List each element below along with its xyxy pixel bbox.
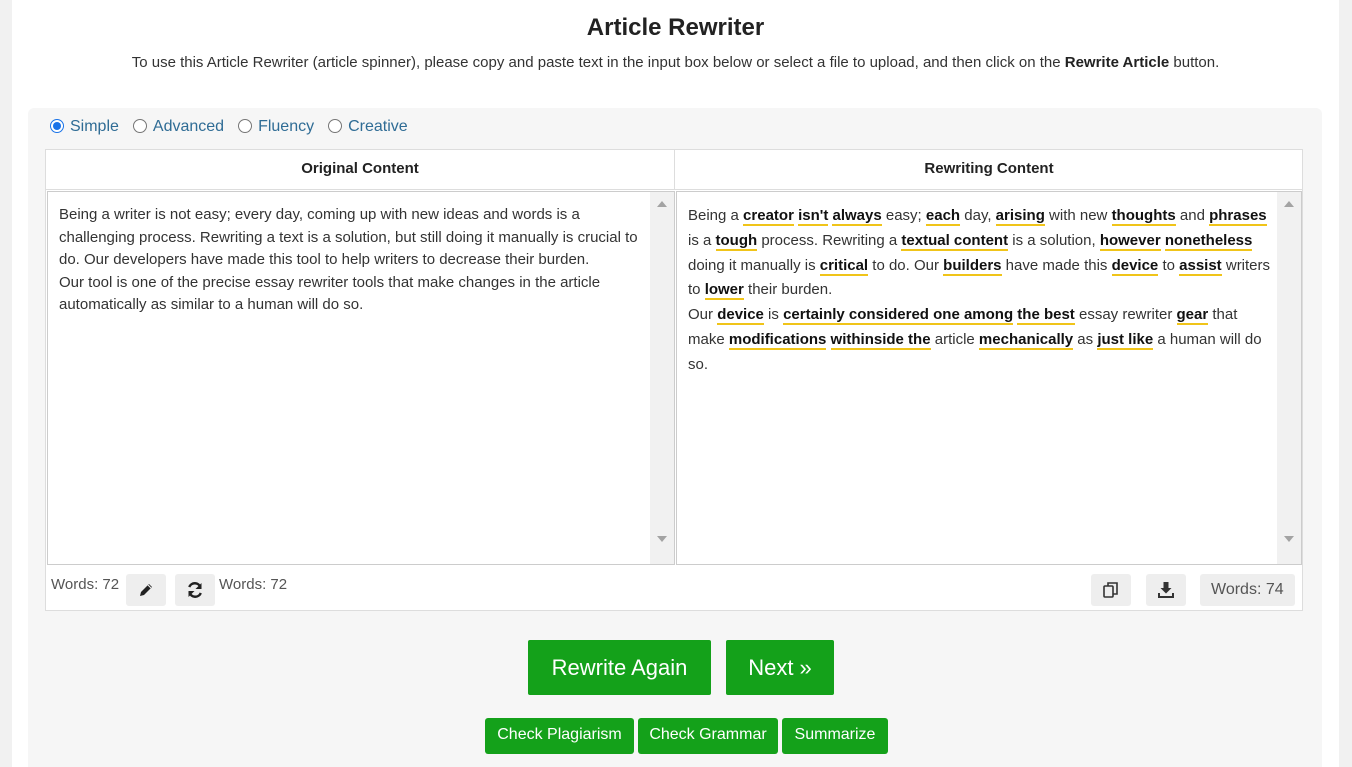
changed-word[interactable]: mechanically <box>978 330 1074 350</box>
text-segment: Our <box>688 306 718 324</box>
text-segment: doing it manually is <box>688 256 820 274</box>
edit-button[interactable] <box>126 574 166 606</box>
check-grammar-button[interactable]: Check Grammar <box>638 718 778 754</box>
changed-word[interactable]: thoughts <box>1111 207 1176 226</box>
original-text-input[interactable]: Being a writer is not easy; every day, c… <box>47 191 675 565</box>
changed-word[interactable]: certainly considered one among <box>783 306 1014 326</box>
page-subtitle: To use this Article Rewriter (article sp… <box>12 54 1339 71</box>
text-segment: have made this <box>1001 256 1112 274</box>
mode-label: Creative <box>348 118 408 135</box>
changed-word[interactable]: withinside the <box>830 330 931 350</box>
rewriter-panel: Simple Advanced Fluency Creative Origina… <box>28 108 1322 767</box>
changed-word[interactable]: just like <box>1097 330 1154 350</box>
changed-word[interactable]: assist <box>1179 256 1222 276</box>
rewriting-content-header: Rewriting Content <box>675 150 1303 190</box>
changed-word[interactable]: builders <box>943 256 1002 276</box>
copy-button[interactable] <box>1091 574 1131 606</box>
mode-creative[interactable]: Creative <box>328 118 408 136</box>
rewritten-paragraph: Being a creator isn't always easy; each … <box>688 204 1272 303</box>
page-title: Article Rewriter <box>586 14 765 41</box>
check-plagiarism-button[interactable]: Check Plagiarism <box>485 718 634 754</box>
text-segment <box>826 331 830 348</box>
changed-word[interactable]: nonetheless <box>1164 231 1253 251</box>
text-segment: is <box>763 306 784 324</box>
text-segment: to <box>1158 256 1180 274</box>
changed-word[interactable]: creator <box>743 207 794 226</box>
summarize-button[interactable]: Summarize <box>782 718 888 754</box>
text-segment: to do. Our <box>868 256 944 274</box>
radio-icon[interactable] <box>50 119 64 133</box>
download-button[interactable] <box>1146 574 1186 606</box>
changed-word[interactable]: always <box>832 207 882 226</box>
changed-word[interactable]: arising <box>995 207 1045 226</box>
changed-word[interactable]: each <box>925 207 961 226</box>
scroll-down-icon[interactable] <box>1284 536 1294 542</box>
changed-word[interactable]: the best <box>1017 306 1075 326</box>
mode-selector: Simple Advanced Fluency Creative <box>50 118 422 136</box>
subtitle-bold: Rewrite Article <box>1064 54 1170 71</box>
rewritten-text-output[interactable]: Being a creator isn't always easy; each … <box>676 191 1302 565</box>
mode-label: Fluency <box>258 118 315 135</box>
refresh-icon <box>188 582 202 598</box>
changed-word[interactable]: device <box>717 306 764 326</box>
word-count-rewritten: Words: 74 <box>1200 574 1295 606</box>
next-button[interactable]: Next » <box>726 640 834 695</box>
scroll-down-icon[interactable] <box>657 536 667 542</box>
copy-icon <box>1103 582 1118 598</box>
mode-label: Simple <box>70 118 119 135</box>
changed-word[interactable]: critical <box>819 256 869 276</box>
mode-simple[interactable]: Simple <box>50 118 119 136</box>
changed-word[interactable]: tough <box>715 231 758 251</box>
changed-word[interactable]: textual content <box>901 231 1009 251</box>
scrollbar[interactable] <box>1277 192 1301 564</box>
changed-word[interactable]: phrases <box>1209 207 1267 226</box>
text-segment: with new <box>1044 207 1112 224</box>
page: Article Rewriter To use this Article Rew… <box>12 0 1339 767</box>
pencil-icon <box>140 584 152 596</box>
mode-label: Advanced <box>152 118 225 135</box>
original-text[interactable]: Being a writer is not easy; every day, c… <box>59 204 644 317</box>
rewrite-again-button[interactable]: Rewrite Again <box>528 640 711 695</box>
editor-footer: Words: 72 Words: 72 Words: 74 <box>46 566 1302 612</box>
text-segment: their burden. <box>743 281 833 299</box>
text-segment: as <box>1073 330 1098 348</box>
scrollbar[interactable] <box>650 192 674 564</box>
radio-icon[interactable] <box>132 119 147 133</box>
rewritten-text[interactable]: Being a creator isn't always easy; each … <box>688 204 1272 378</box>
text-segment: essay rewriter <box>1074 306 1177 324</box>
scroll-up-icon[interactable] <box>657 201 667 207</box>
changed-word[interactable]: modifications <box>728 330 827 350</box>
text-segment: day, <box>960 207 996 224</box>
scroll-up-icon[interactable] <box>1284 201 1294 207</box>
mode-fluency[interactable]: Fluency <box>238 118 314 136</box>
radio-icon[interactable] <box>328 119 343 133</box>
radio-icon[interactable] <box>238 119 253 133</box>
changed-word[interactable]: lower <box>704 281 744 301</box>
original-paragraph: Our tool is one of the precise essay rew… <box>59 273 601 314</box>
text-segment: article <box>930 330 979 348</box>
text-segment: process. Rewriting a <box>757 231 902 249</box>
changed-word[interactable]: isn't <box>798 207 829 226</box>
word-count-original: Words: 72 <box>51 576 120 593</box>
editor: Original Content Rewriting Content Being… <box>45 149 1303 611</box>
word-count-middle: Words: 72 <box>219 576 288 593</box>
changed-word[interactable]: however <box>1099 231 1161 251</box>
changed-word[interactable]: device <box>1111 256 1159 276</box>
original-content-header: Original Content <box>46 150 675 190</box>
download-icon <box>1158 582 1174 598</box>
text-segment: is a solution, <box>1008 231 1100 249</box>
original-paragraph: Being a writer is not easy; every day, c… <box>59 206 638 268</box>
subtitle-suffix: button. <box>1169 54 1220 71</box>
text-segment: is a <box>688 231 716 249</box>
text-segment: and <box>1175 207 1210 224</box>
text-segment: easy; <box>881 207 926 224</box>
mode-advanced[interactable]: Advanced <box>132 118 225 136</box>
subtitle-prefix: To use this Article Rewriter (article sp… <box>131 54 1065 71</box>
refresh-button[interactable] <box>175 574 215 606</box>
text-segment: Being a <box>688 207 744 224</box>
changed-word[interactable]: gear <box>1176 306 1209 326</box>
rewritten-paragraph: Our device is certainly considered one a… <box>688 303 1272 377</box>
